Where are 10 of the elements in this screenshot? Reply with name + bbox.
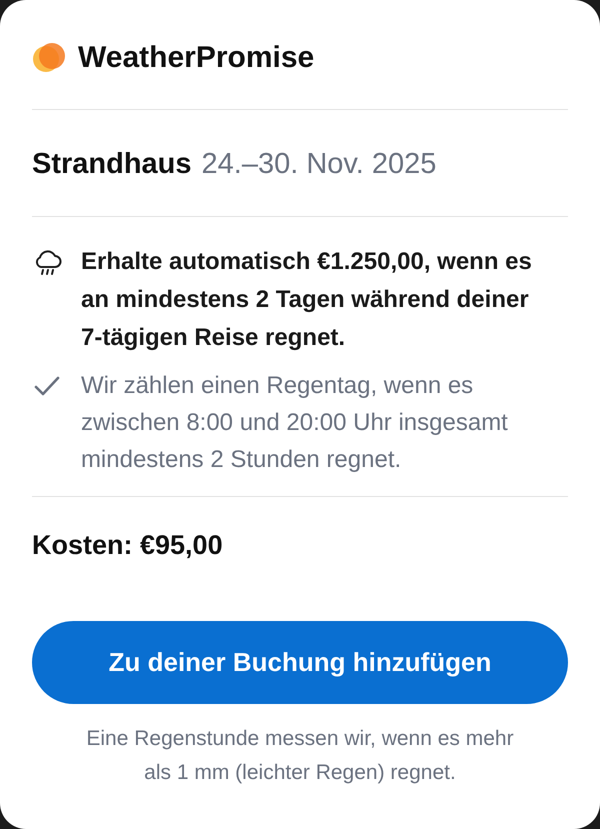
trip-dates: 24.–30. Nov. 2025 bbox=[202, 147, 436, 182]
cost-label: Kosten: €95,00 bbox=[32, 530, 223, 560]
footnote: Eine Regenstunde messen wir, wenn es mehr als 1 mm (leichter Regen) regnet. bbox=[85, 726, 515, 786]
trip-name: Strandhaus bbox=[32, 147, 192, 182]
brand-name: WeatherPromise bbox=[78, 41, 314, 75]
logo-icon bbox=[32, 42, 66, 74]
add-to-booking-button[interactable]: Zu deiner Buchung hinzufügen bbox=[32, 621, 568, 704]
payout-description: Erhalte automatisch €1.250,00, wenn es an mindestens 2 Tagen während deiner 7-tägigen Reise regnet. bbox=[81, 247, 533, 353]
check-icon bbox=[34, 376, 60, 396]
rain-day-rule: Wir zählen einen Regentag, wenn es zwischen 8:00 und 20:00 Uhr insgesamt mindestens 2 Stunden regnet. bbox=[80, 371, 509, 475]
